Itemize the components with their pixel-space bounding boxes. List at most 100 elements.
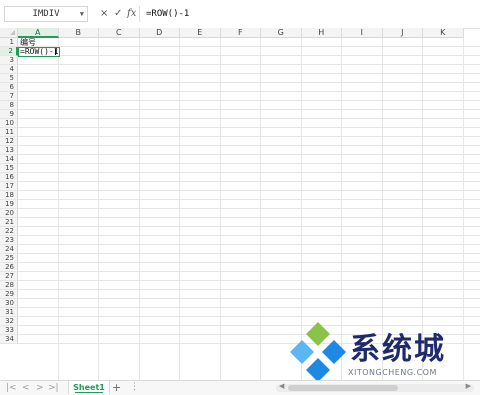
row-header-34[interactable]: 34	[0, 335, 18, 344]
column-header-i[interactable]: I	[342, 28, 383, 38]
row-gridline	[18, 136, 480, 137]
row-header-21[interactable]: 21	[0, 218, 18, 227]
row-header-10[interactable]: 10	[0, 119, 18, 128]
column-header-e[interactable]: E	[180, 28, 221, 38]
add-sheet-button[interactable]: +	[112, 381, 121, 394]
row-gridline	[18, 109, 480, 110]
formula-input[interactable]: =ROW()-1	[146, 6, 474, 22]
row-header-3[interactable]: 3	[0, 56, 18, 65]
row-gridline	[18, 208, 480, 209]
row-gridline	[18, 181, 480, 182]
row-gridline	[18, 217, 480, 218]
row-header-31[interactable]: 31	[0, 308, 18, 317]
column-header-j[interactable]: J	[382, 28, 423, 38]
row-header-13[interactable]: 13	[0, 146, 18, 155]
scroll-left-icon[interactable]: ◀	[279, 382, 284, 390]
row-gridline	[18, 55, 480, 56]
sheet-tab-sheet1[interactable]: Sheet1	[68, 381, 110, 394]
row-header-20[interactable]: 20	[0, 209, 18, 218]
column-header-h[interactable]: H	[301, 28, 342, 38]
row-header-25[interactable]: 25	[0, 254, 18, 263]
row-header-7[interactable]: 7	[0, 92, 18, 101]
row-header-8[interactable]: 8	[0, 101, 18, 110]
row-header-18[interactable]: 18	[0, 191, 18, 200]
row-header-27[interactable]: 27	[0, 272, 18, 281]
logo-diamond-icon	[290, 322, 346, 382]
row-header-1[interactable]: 1	[0, 38, 18, 47]
cancel-icon[interactable]: ×	[100, 6, 108, 22]
column-header-k[interactable]: K	[423, 28, 464, 38]
row-header-29[interactable]: 29	[0, 290, 18, 299]
row-gridline	[18, 226, 480, 227]
row-header-2[interactable]: 2	[0, 47, 18, 56]
row-gridline	[18, 280, 480, 281]
column-header-g[interactable]: G	[261, 28, 302, 38]
row-gridline	[18, 262, 480, 263]
row-gridline	[18, 253, 480, 254]
row-gridline	[18, 298, 480, 299]
row-header-19[interactable]: 19	[0, 200, 18, 209]
row-gridline	[18, 82, 480, 83]
row-gridline	[18, 199, 480, 200]
row-gridline	[18, 163, 480, 164]
row-gridline	[18, 235, 480, 236]
watermark-logo: 系统城 XITONGCHENG.COM	[286, 318, 478, 388]
row-header-17[interactable]: 17	[0, 182, 18, 191]
row-header-23[interactable]: 23	[0, 236, 18, 245]
cell-a1[interactable]: 编号	[20, 38, 36, 47]
row-header-32[interactable]: 32	[0, 317, 18, 326]
watermark-brand: 系统城	[350, 332, 446, 367]
column-header-d[interactable]: D	[139, 28, 180, 38]
column-gridline	[179, 38, 180, 380]
prev-sheet-icon[interactable]: <	[22, 382, 30, 394]
column-header-f[interactable]: F	[220, 28, 261, 38]
row-header-12[interactable]: 12	[0, 137, 18, 146]
watermark-url: XITONGCHENG.COM	[348, 368, 437, 377]
row-gridline	[18, 64, 480, 65]
last-sheet-icon[interactable]: >|	[48, 382, 59, 394]
name-box[interactable]: IMDIV ▼	[4, 6, 88, 22]
column-header-c[interactable]: C	[99, 28, 140, 38]
active-cell-a2[interactable]: =ROW()-1	[18, 47, 60, 57]
row-gridline	[18, 91, 480, 92]
row-header-9[interactable]: 9	[0, 110, 18, 119]
insert-function-icon[interactable]: fx	[127, 6, 136, 22]
column-gridline	[138, 38, 140, 380]
row-gridline	[18, 316, 480, 317]
more-icon[interactable]: ⋮	[130, 381, 139, 393]
row-gridline	[18, 73, 480, 74]
row-header-15[interactable]: 15	[0, 164, 18, 173]
select-all-corner[interactable]	[0, 28, 18, 38]
horizontal-scrollbar[interactable]: ◀ ▶	[276, 382, 474, 392]
cell-a2-editor-text: =ROW()-1	[20, 47, 59, 56]
formula-bar-divider	[139, 6, 140, 22]
row-gridline	[18, 118, 480, 119]
row-header-14[interactable]: 14	[0, 155, 18, 164]
column-gridline	[260, 38, 261, 380]
row-header-24[interactable]: 24	[0, 245, 18, 254]
column-header-a[interactable]: A	[18, 28, 59, 38]
row-header-4[interactable]: 4	[0, 65, 18, 74]
row-gridline	[18, 307, 480, 308]
row-header-28[interactable]: 28	[0, 281, 18, 290]
row-gridline	[18, 100, 480, 101]
row-header-11[interactable]: 11	[0, 128, 18, 137]
row-header-5[interactable]: 5	[0, 74, 18, 83]
row-header-30[interactable]: 30	[0, 299, 18, 308]
chevron-down-icon[interactable]: ▼	[80, 7, 84, 21]
row-header-33[interactable]: 33	[0, 326, 18, 335]
scrollbar-thumb[interactable]	[288, 385, 398, 391]
row-header-6[interactable]: 6	[0, 83, 18, 92]
name-box-value: IMDIV	[32, 9, 60, 19]
next-sheet-icon[interactable]: >	[36, 382, 44, 394]
scroll-right-icon[interactable]: ▶	[466, 382, 471, 390]
confirm-icon[interactable]: ✓	[114, 6, 122, 22]
row-header-26[interactable]: 26	[0, 263, 18, 272]
row-header-16[interactable]: 16	[0, 173, 18, 182]
row-gridline	[18, 244, 480, 245]
column-header-b[interactable]: B	[58, 28, 99, 38]
column-gridline	[219, 38, 221, 380]
first-sheet-icon[interactable]: |<	[6, 382, 17, 394]
row-gridline	[18, 190, 480, 191]
row-header-22[interactable]: 22	[0, 227, 18, 236]
